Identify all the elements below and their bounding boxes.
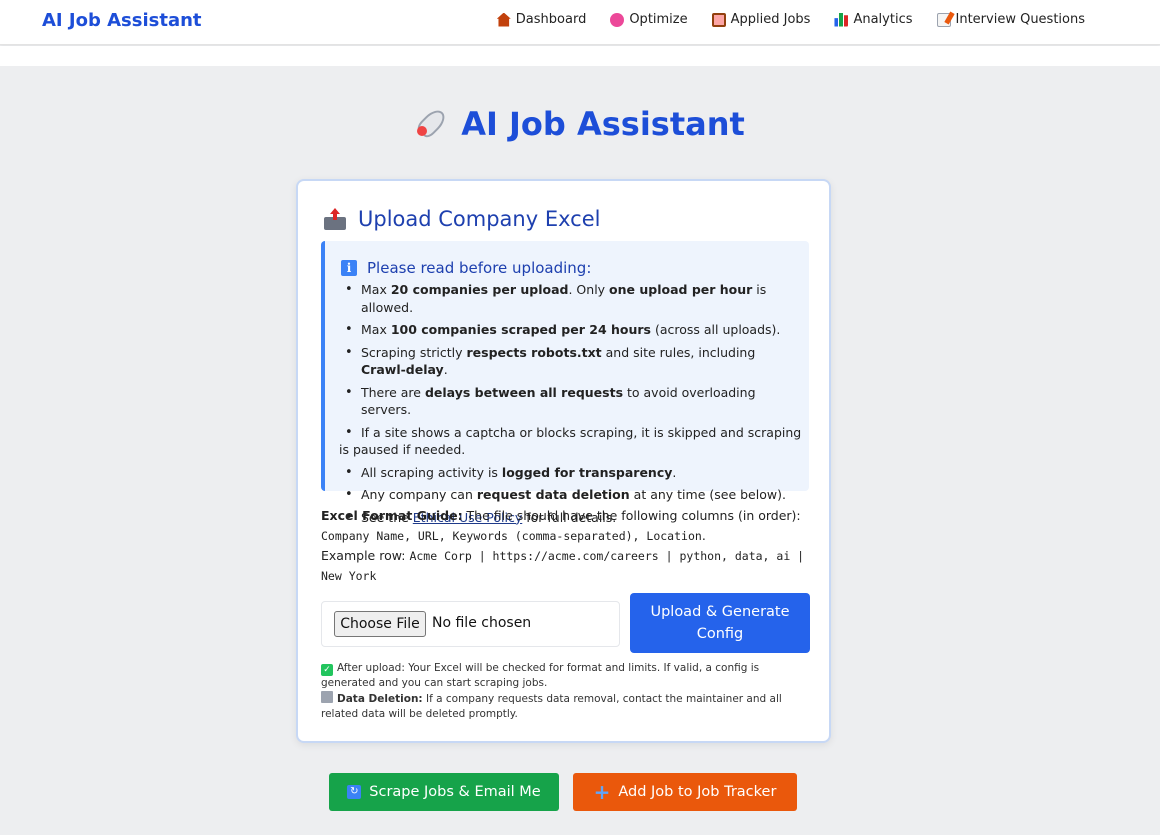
rule-bold: one upload per hour xyxy=(609,282,753,297)
list-item: Max 20 companies per upload. Only one up… xyxy=(339,281,804,316)
choose-file-button[interactable]: Choose File xyxy=(334,611,426,637)
header-spacer xyxy=(0,46,1160,66)
nav-links: Dashboard Optimize Applied Jobs Analytic… xyxy=(496,12,1086,27)
nav-applied-jobs[interactable]: Applied Jobs xyxy=(711,12,811,27)
info-icon: i xyxy=(341,260,357,276)
upload-card-title-text: Upload Company Excel xyxy=(358,207,601,231)
rule-text: Max xyxy=(361,282,391,297)
nav-interview-questions[interactable]: Interview Questions xyxy=(936,12,1086,27)
page-title-text: AI Job Assistant xyxy=(461,105,745,143)
bar-chart-icon xyxy=(834,12,849,27)
check-mark-icon: ✓ xyxy=(321,664,333,676)
brand-logo[interactable]: AI Job Assistant xyxy=(42,10,202,31)
rule-bold: request data deletion xyxy=(476,487,630,502)
example-label: Example row: xyxy=(321,548,410,563)
nav-optimize[interactable]: Optimize xyxy=(610,12,688,27)
file-input[interactable]: Choose File No file chosen xyxy=(321,601,620,647)
rule-text: Scraping strictly xyxy=(361,344,467,360)
nav-analytics[interactable]: Analytics xyxy=(834,12,913,27)
notice-box: i Please read before uploading: Max 20 c… xyxy=(321,241,809,526)
brain-icon xyxy=(610,12,625,27)
nav-dashboard[interactable]: Dashboard xyxy=(496,12,587,27)
list-item: If a site shows a captcha or blocks scra… xyxy=(339,424,804,459)
upload-notes: ✓ After upload: Your Excel will be checke… xyxy=(321,661,813,722)
list-item: Max 100 companies scraped per 24 hours (… xyxy=(339,321,804,339)
rule-text: (across all uploads). xyxy=(650,322,781,337)
rule-bold: 100 companies scraped per 24 hours xyxy=(390,322,651,337)
rules-list: Max 20 companies per upload. Only one up… xyxy=(339,281,804,531)
scrape-jobs-label: Scrape Jobs & Email Me xyxy=(369,784,541,800)
rule-bold: 20 companies per upload xyxy=(390,282,569,297)
rule-bold: Crawl-delay xyxy=(361,362,444,377)
page-title: AI Job Assistant xyxy=(0,104,1160,143)
list-item: All scraping activity is logged for tran… xyxy=(339,464,804,482)
nav-analytics-label: Analytics xyxy=(853,12,913,27)
rule-bold: respects robots.txt xyxy=(466,344,602,360)
excel-format-guide: Excel Format Guide: The file should have… xyxy=(321,506,811,586)
list-item: Scraping strictly respects robots.txt an… xyxy=(339,344,804,379)
notice-heading-text: Please read before uploading: xyxy=(367,259,592,277)
rocket-icon xyxy=(415,104,449,138)
rule-bold: logged for transparency xyxy=(501,464,673,480)
house-icon xyxy=(496,12,511,27)
upload-card: Upload Company Excel i Please read befor… xyxy=(296,179,831,743)
rule-text: and site rules, including xyxy=(601,344,756,360)
guide-columns-end: . xyxy=(701,528,706,543)
rule-text: There are xyxy=(361,384,425,400)
wastebasket-icon xyxy=(321,691,333,703)
nav-optimize-label: Optimize xyxy=(629,12,688,27)
refresh-icon: ↻ xyxy=(347,785,362,799)
data-deletion-note: Data Deletion: If a company requests dat… xyxy=(321,691,813,722)
nav-interview-questions-label: Interview Questions xyxy=(955,12,1086,27)
nav-dashboard-label: Dashboard xyxy=(515,12,587,27)
notice-heading: i Please read before uploading: xyxy=(341,259,591,277)
after-upload-text: After upload: Your Excel will be checked… xyxy=(321,662,760,689)
outbox-tray-icon xyxy=(324,208,346,230)
rule-text: . xyxy=(672,464,677,480)
scrape-jobs-button[interactable]: ↻ Scrape Jobs & Email Me xyxy=(329,773,559,811)
rule-bold: delays between all requests xyxy=(424,384,624,400)
after-upload-note: ✓ After upload: Your Excel will be checke… xyxy=(321,661,813,691)
add-job-button[interactable]: + Add Job to Job Tracker xyxy=(573,773,797,811)
clipboard-icon xyxy=(711,12,726,27)
list-item: Any company can request data deletion at… xyxy=(339,486,804,504)
upload-card-title: Upload Company Excel xyxy=(324,207,600,231)
nav-applied-jobs-label: Applied Jobs xyxy=(730,12,811,27)
top-nav: AI Job Assistant Dashboard Optimize Appl… xyxy=(0,0,1160,45)
guide-text: The file should have the following colum… xyxy=(462,508,801,523)
rule-text: Max xyxy=(361,322,391,337)
rule-text: . xyxy=(443,362,448,377)
add-job-label: Add Job to Job Tracker xyxy=(618,784,777,800)
rule-text: at any time (see below). xyxy=(629,487,786,502)
list-item: There are delays between all requests to… xyxy=(339,384,804,419)
rule-text: Any company can xyxy=(361,487,477,502)
file-status: No file chosen xyxy=(432,615,532,631)
guide-label: Excel Format Guide: xyxy=(321,508,463,523)
rule-text: All scraping activity is xyxy=(361,464,502,480)
data-deletion-label: Data Deletion: xyxy=(337,693,423,705)
plus-icon: + xyxy=(593,780,611,804)
memo-icon xyxy=(936,12,951,27)
guide-columns: Company Name, URL, Keywords (comma-separ… xyxy=(321,529,702,543)
rule-text: If a site shows a captcha or blocks scra… xyxy=(339,424,802,458)
upload-generate-config-button[interactable]: Upload & Generate Config xyxy=(630,593,810,653)
rule-text: . Only xyxy=(568,282,610,297)
